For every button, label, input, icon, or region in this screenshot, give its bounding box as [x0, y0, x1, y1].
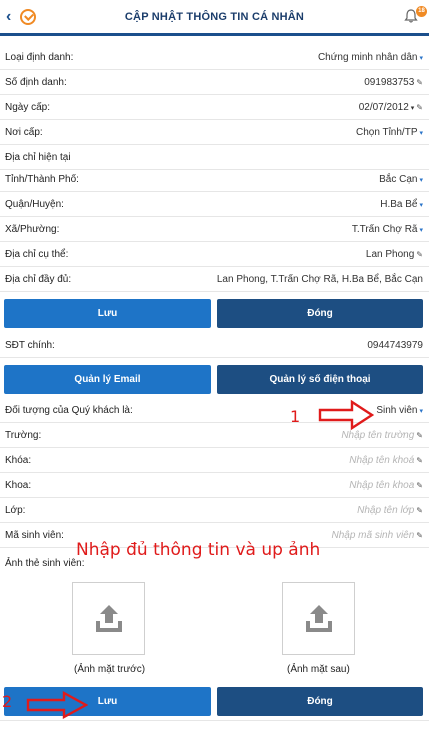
pencil-icon: ✎: [416, 431, 423, 440]
field-label: Trường:: [5, 430, 42, 441]
pencil-icon: ✎: [416, 481, 423, 490]
card-label: Ảnh thẻ sinh viên:: [5, 558, 85, 569]
upload-back-button[interactable]: [282, 582, 355, 655]
back-photo-caption: (Ảnh mặt sau): [287, 664, 350, 675]
field-label: Mã sinh viên:: [5, 530, 64, 541]
field-ward[interactable]: Xã/Phường: T.Trấn Chợ Rã ▾: [0, 217, 429, 242]
upload-icon: [306, 605, 332, 632]
front-photo-caption: (Ảnh mặt trước): [74, 664, 146, 675]
field-class[interactable]: Lớp: Nhập tên lớp ✎: [0, 498, 429, 523]
field-label: Nơi cấp:: [5, 127, 43, 138]
field-label: Đối tượng của Quý khách là:: [5, 405, 133, 416]
pencil-icon: ✎: [416, 506, 423, 515]
customer-type-select[interactable]: Sinh viên ▾: [376, 405, 423, 416]
field-label: Số định danh:: [5, 77, 67, 88]
field-label: Lớp:: [5, 505, 26, 516]
section-label: Địa chỉ hiện tại: [5, 152, 71, 163]
annotation-note: Nhập đủ thông tin và up ảnh: [76, 540, 321, 560]
field-phone: SĐT chính: 0944743979: [0, 333, 429, 358]
issue-date-input[interactable]: 02/07/2012 ▾ ✎: [359, 102, 423, 113]
phone-value: 0944743979: [367, 340, 423, 351]
full-address-value: Lan Phong, T.Trấn Chợ Rã, H.Ba Bể, Bắc C…: [216, 274, 423, 285]
field-id-type[interactable]: Loại định danh: Chứng minh nhân dân ▾: [0, 45, 429, 70]
field-course[interactable]: Khóa: Nhập tên khoá ✎: [0, 448, 429, 473]
notification-badge: 18: [416, 6, 427, 17]
manage-email-button[interactable]: Quản lý Email: [4, 365, 211, 394]
ward-select[interactable]: T.Trấn Chợ Rã ▾: [352, 224, 423, 235]
student-id-input[interactable]: Nhập mã sinh viên ✎: [331, 530, 423, 541]
pencil-icon: ✎: [416, 456, 423, 465]
page-title: CẬP NHẬT THÔNG TIN CÁ NHÂN: [124, 11, 305, 23]
field-label: Tỉnh/Thành Phố:: [5, 174, 79, 185]
close-button[interactable]: Đóng: [217, 299, 423, 328]
pencil-icon: ✎: [416, 531, 423, 540]
id-type-select[interactable]: Chứng minh nhân dân ▾: [318, 52, 423, 63]
annotation-number-2: 2: [2, 692, 13, 711]
dropdown-caret-icon: ▾: [419, 55, 423, 62]
field-label: Loại định danh:: [5, 52, 74, 63]
save-button[interactable]: Lưu: [4, 299, 211, 328]
annotation-number-1: 1: [290, 407, 301, 426]
field-label: Khoa:: [5, 480, 32, 491]
issue-place-select[interactable]: Chọn Tỉnh/TP ▾: [356, 127, 423, 138]
pencil-icon: ✎: [416, 78, 423, 87]
field-street[interactable]: Địa chỉ cụ thể: Lan Phong ✎: [0, 242, 429, 267]
school-input[interactable]: Nhập tên trường ✎: [341, 430, 423, 441]
header-bar: ‹ CẬP NHẬT THÔNG TIN CÁ NHÂN 18: [0, 0, 429, 36]
manage-phone-button[interactable]: Quản lý số điện thoại: [217, 365, 423, 394]
dropdown-caret-icon: ▾: [419, 227, 423, 234]
upload-front-button[interactable]: [72, 582, 145, 655]
field-label: Địa chỉ cụ thể:: [5, 249, 69, 260]
district-select[interactable]: H.Ba Bể ▾: [380, 199, 423, 210]
dropdown-caret-icon: ▾: [419, 408, 423, 415]
field-full-address: Địa chỉ đầy đủ: Lan Phong, T.Trấn Chợ Rã…: [0, 267, 429, 292]
arrow-icon: [318, 399, 374, 431]
field-label: Quận/Huyện:: [5, 199, 64, 210]
field-district[interactable]: Quận/Huyện: H.Ba Bể ▾: [0, 192, 429, 217]
arrow-icon: [26, 690, 88, 720]
dropdown-caret-icon: ▾: [410, 105, 415, 112]
dropdown-caret-icon: ▾: [419, 177, 423, 184]
dropdown-caret-icon: ▾: [419, 202, 423, 209]
bottom-bar: [0, 720, 429, 732]
class-input[interactable]: Nhập tên lớp ✎: [357, 505, 423, 516]
field-faculty[interactable]: Khoa: Nhập tên khoa ✎: [0, 473, 429, 498]
id-number-input[interactable]: 091983753 ✎: [364, 77, 423, 88]
field-id-number[interactable]: Số định danh: 091983753 ✎: [0, 70, 429, 95]
field-label: Ngày cấp:: [5, 102, 51, 113]
faculty-input[interactable]: Nhập tên khoa ✎: [349, 480, 423, 491]
course-input[interactable]: Nhập tên khoá ✎: [349, 455, 423, 466]
street-input[interactable]: Lan Phong ✎: [366, 249, 423, 260]
province-select[interactable]: Bắc Cạn ▾: [379, 174, 423, 185]
dropdown-caret-icon: ▾: [419, 130, 423, 137]
field-label: Xã/Phường:: [5, 224, 60, 235]
pencil-icon: ✎: [416, 103, 423, 112]
field-label: Khóa:: [5, 455, 32, 466]
upload-icon: [96, 605, 122, 632]
pencil-icon: ✎: [416, 250, 423, 259]
field-issue-place[interactable]: Nơi cấp: Chọn Tỉnh/TP ▾: [0, 120, 429, 145]
field-issue-date[interactable]: Ngày cấp: 02/07/2012 ▾ ✎: [0, 95, 429, 120]
field-province[interactable]: Tỉnh/Thành Phố: Bắc Cạn ▾: [0, 167, 429, 192]
field-label: Địa chỉ đầy đủ:: [5, 274, 72, 285]
close-button[interactable]: Đóng: [217, 687, 423, 716]
field-label: SĐT chính:: [5, 340, 55, 351]
